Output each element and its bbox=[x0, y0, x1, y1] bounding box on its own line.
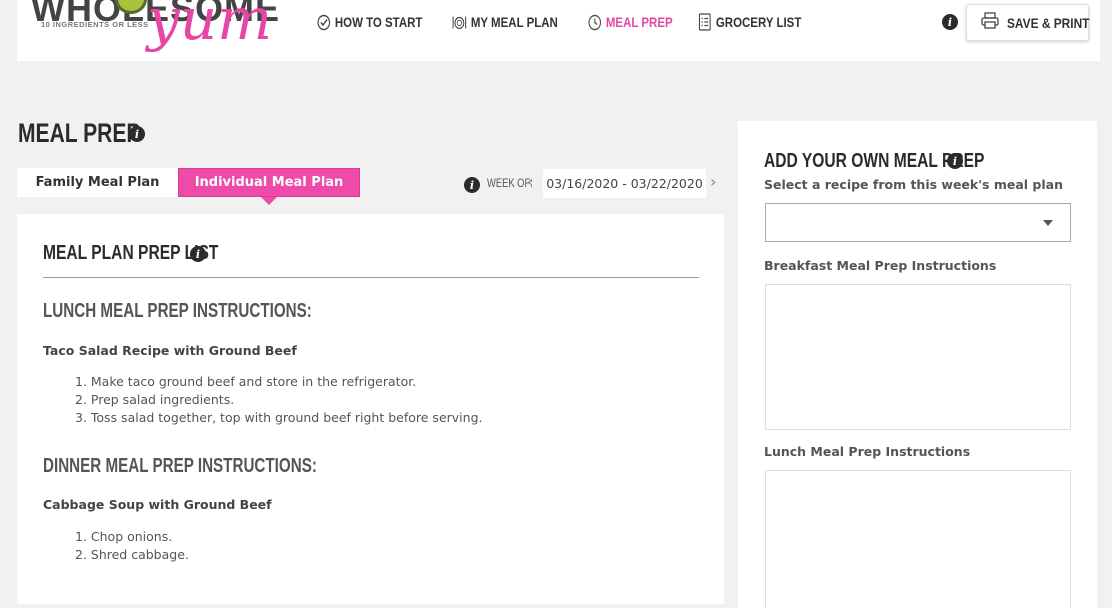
meal-plan-prep-list-card: MEAL PLAN PREP LIST i LUNCH MEAL PREP IN… bbox=[17, 214, 724, 604]
check-circle-icon bbox=[316, 13, 331, 31]
save-print-label: SAVE & PRINT bbox=[1007, 14, 1090, 31]
nav-label: MEAL PREP bbox=[605, 14, 673, 30]
header-info-icon[interactable]: i bbox=[942, 14, 958, 30]
breakfast-instructions-textarea[interactable] bbox=[765, 284, 1071, 430]
list-item: 1. Chop onions. bbox=[75, 529, 173, 544]
breakfast-instructions-label: Breakfast Meal Prep Instructions bbox=[764, 258, 997, 273]
chevron-left-icon[interactable]: ‹ bbox=[527, 172, 533, 191]
plate-cutlery-icon bbox=[452, 13, 467, 31]
tab-family-meal-plan[interactable]: Family Meal Plan bbox=[17, 168, 178, 197]
select-recipe-label: Select a recipe from this week's meal pl… bbox=[764, 177, 1063, 192]
add-own-meal-prep-card: ADD YOUR OWN MEAL PREP i Select a recipe… bbox=[738, 121, 1097, 608]
list-item: 3. Toss salad together, top with ground … bbox=[75, 410, 483, 425]
list-item: 2. Prep salad ingredients. bbox=[75, 392, 235, 407]
nav-how-to-start[interactable]: HOW TO START bbox=[316, 13, 422, 31]
nav-label: MY MEAL PLAN bbox=[470, 14, 558, 30]
prep-list-info-icon[interactable]: i bbox=[190, 246, 206, 262]
caret-down-icon bbox=[1043, 220, 1053, 226]
list-item: 1. Make taco ground beef and store in th… bbox=[75, 374, 417, 389]
lunch-steps-list: 1. Make taco ground beef and store in th… bbox=[75, 373, 482, 427]
recipe-select[interactable] bbox=[765, 203, 1071, 242]
week-info-icon[interactable]: i bbox=[464, 177, 480, 193]
lunch-section-heading: LUNCH MEAL PREP INSTRUCTIONS: bbox=[43, 300, 312, 322]
nav-label: GROCERY LIST bbox=[716, 14, 802, 30]
chevron-right-icon[interactable]: › bbox=[710, 172, 716, 191]
lunch-recipe-name: Taco Salad Recipe with Ground Beef bbox=[43, 343, 297, 358]
clock-icon bbox=[587, 13, 602, 31]
page-title: MEAL PREP bbox=[18, 118, 141, 148]
printer-icon bbox=[981, 12, 999, 33]
save-print-button[interactable]: SAVE & PRINT bbox=[966, 4, 1089, 41]
logo-tagline: 10 INGREDIENTS OR LESS bbox=[41, 20, 149, 29]
nav-meal-prep[interactable]: MEAL PREP bbox=[587, 13, 673, 31]
main-nav: HOW TO START MY MEAL PLAN MEAL PREP GROC… bbox=[316, 13, 807, 31]
lunch-instructions-textarea[interactable] bbox=[765, 470, 1071, 608]
nav-grocery-list[interactable]: GROCERY LIST bbox=[697, 13, 802, 31]
dinner-steps-list: 1. Chop onions. 2. Shred cabbage. bbox=[75, 528, 189, 564]
nav-my-meal-plan[interactable]: MY MEAL PLAN bbox=[452, 13, 558, 31]
heading-divider bbox=[43, 277, 699, 278]
dinner-section-heading: DINNER MEAL PREP INSTRUCTIONS: bbox=[43, 455, 317, 477]
active-tab-pointer bbox=[261, 197, 277, 205]
nav-label: HOW TO START bbox=[334, 14, 423, 30]
add-own-info-icon[interactable]: i bbox=[947, 153, 963, 169]
tab-individual-meal-plan[interactable]: Individual Meal Plan bbox=[178, 168, 360, 197]
wholesome-yum-logo[interactable]: WHOLESOME 10 INGREDIENTS OR LESS yum bbox=[17, 0, 297, 94]
lunch-instructions-label: Lunch Meal Prep Instructions bbox=[764, 444, 971, 459]
dinner-recipe-name: Cabbage Soup with Ground Beef bbox=[43, 497, 272, 512]
week-range-display[interactable]: 03/16/2020 - 03/22/2020 bbox=[543, 169, 706, 198]
page-title-info-icon[interactable]: i bbox=[129, 126, 145, 142]
week-of-label: WEEK OF: bbox=[487, 176, 533, 190]
list-item: 2. Shred cabbage. bbox=[75, 547, 189, 562]
logo-script-text: yum bbox=[147, 0, 273, 53]
checklist-icon bbox=[697, 13, 712, 31]
